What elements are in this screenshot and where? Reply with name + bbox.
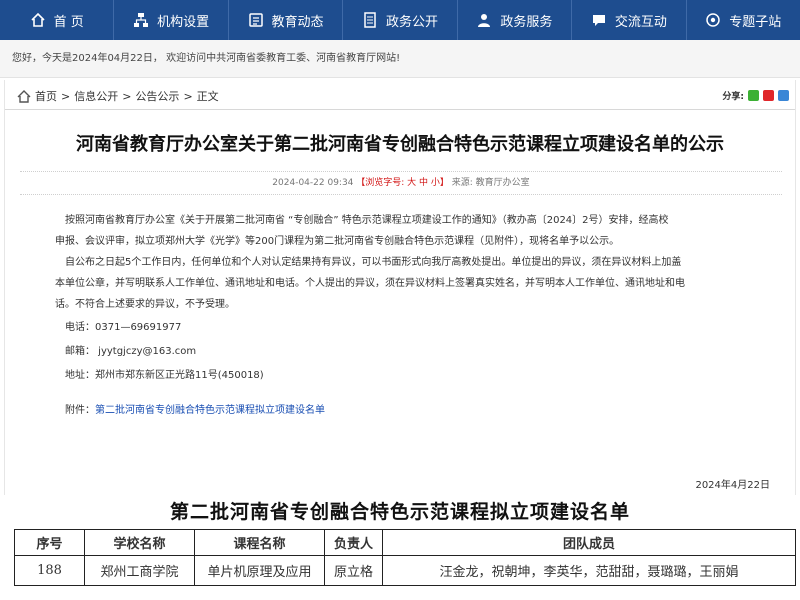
weibo-share-icon[interactable] <box>763 90 774 101</box>
service-icon <box>478 14 491 27</box>
table-header-row: 序号 学校名称 课程名称 负责人 团队成员 <box>14 529 796 556</box>
attachment-label: 附件： <box>65 405 95 416</box>
nav-item-org[interactable]: 机构设置 <box>114 0 229 40</box>
nav-item-label: 专题子站 <box>729 14 782 30</box>
attachment-link[interactable]: 第二批河南省专创融合特色示范课程拟立项建设名单 <box>95 405 325 416</box>
nav-item-topics[interactable]: 专题子站 <box>687 0 800 40</box>
attachment-row: 附件：第二批河南省专创融合特色示范课程拟立项建设名单 <box>55 400 777 421</box>
nav-item-news[interactable]: 教育动态 <box>229 0 344 40</box>
publish-date: 2024年4月22日 <box>695 480 770 491</box>
cell-course: 单片机原理及应用 <box>194 555 325 586</box>
nav-item-public-affairs[interactable]: 政务公开 <box>343 0 458 40</box>
org-chart-icon <box>134 13 149 27</box>
name-list-document: 第二批河南省专创融合特色示范课程拟立项建设名单 序号 学校名称 课程名称 负责人… <box>0 495 800 600</box>
cell-school: 郑州工商学院 <box>84 555 195 586</box>
font-size-selector[interactable]: 【浏览字号: 大 中 小】 <box>356 178 449 188</box>
chat-icon <box>592 15 605 26</box>
breadcrumb-separator: > <box>61 89 71 103</box>
nav-item-services[interactable]: 政务服务 <box>458 0 573 40</box>
breadcrumb-info-public[interactable]: 信息公开 <box>74 88 118 104</box>
article-body: 按照河南省教育厅办公室《关于开展第二批河南省 “专创融合” 特色示范课程立项建设… <box>55 210 777 421</box>
breadcrumb-row: 首页 > 信息公开 > 公告公示 > 正文 分享: <box>5 80 795 110</box>
article-date: 2024-04-22 09:34 <box>272 178 354 188</box>
news-icon <box>248 13 263 27</box>
nav-item-label: 政务公开 <box>385 14 438 30</box>
breadcrumb-home[interactable]: 首页 <box>35 88 57 104</box>
breadcrumb-current: 正文 <box>196 90 219 103</box>
header-team: 团队成员 <box>382 529 796 556</box>
breadcrumb-notices[interactable]: 公告公示 <box>135 88 179 104</box>
cell-index: 188 <box>14 555 85 586</box>
welcome-bar: 您好，今天是2024年04月22日， 欢迎访问中共河南省委教育工委、河南省教育厅… <box>0 40 800 78</box>
paragraph-line: 按照河南省教育厅办公室《关于开展第二批河南省 “专创融合” 特色示范课程立项建设… <box>65 215 669 226</box>
paragraph-line: 自公布之日起5个工作日内，任何单位和个人对认定结果持有异议，可以书面形式向我厅高… <box>65 257 682 268</box>
paragraph-line: 本单位公章，并写明联系人工作单位、通讯地址和电话。个人提出的异议，须在异议材料上… <box>55 278 685 289</box>
nav-item-home[interactable]: 首 页 <box>0 0 115 40</box>
nav-item-label: 交流互动 <box>614 14 667 30</box>
contact-email: 邮箱： jyytgjczy@163.com <box>65 346 197 357</box>
paragraph-line: 话。不符合上述要求的异议，不予受理。 <box>55 299 235 310</box>
breadcrumb-separator: > <box>122 89 132 103</box>
qq-share-icon[interactable] <box>778 90 789 101</box>
article-source: 来源: 教育厅办公室 <box>451 178 530 188</box>
nav-item-interaction[interactable]: 交流互动 <box>572 0 687 40</box>
header-course: 课程名称 <box>194 529 325 556</box>
article-title: 河南省教育厅办公室关于第二批河南省专创融合特色示范课程立项建设名单的公示 <box>76 134 724 155</box>
contact-phone: 电话：0371—69691977 <box>65 322 182 333</box>
nav-item-label: 首 页 <box>53 14 84 30</box>
cell-lead: 原立格 <box>324 555 383 586</box>
nav-item-label: 政务服务 <box>500 14 553 30</box>
header-school: 学校名称 <box>84 529 195 556</box>
share-bar: 分享: <box>722 89 789 102</box>
home-icon <box>17 89 31 103</box>
table-row: 188 郑州工商学院 单片机原理及应用 原立格 汪金龙，祝朝坤，李英华，范甜甜，… <box>14 555 796 586</box>
document-icon <box>364 12 376 28</box>
breadcrumb-separator: > <box>183 89 193 103</box>
contact-address: 地址：郑州市郑东新区正光路11号(450018) <box>65 370 264 381</box>
breadcrumb: 首页 > 信息公开 > 公告公示 > 正文 <box>17 88 219 104</box>
nav-item-label: 教育动态 <box>271 14 324 30</box>
header-lead: 负责人 <box>324 529 383 556</box>
top-nav: 首 页 机构设置 教育动态 政务公开 政务服务 交流互动 专题子站 <box>0 0 800 40</box>
cell-team: 汪金龙，祝朝坤，李英华，范甜甜，聂璐璐，王丽娟 <box>382 555 796 586</box>
share-label: 分享: <box>722 92 744 102</box>
article-meta: 2024-04-22 09:34 【浏览字号: 大 中 小】 来源: 教育厅办公… <box>20 171 782 195</box>
topics-icon <box>706 13 720 27</box>
nav-item-label: 机构设置 <box>157 14 210 30</box>
paragraph-line: 申报、会议评审，拟立项郑州大学《光学》等200门课程为第二批河南省专创融合特色示… <box>55 236 620 247</box>
article-panel: 首页 > 信息公开 > 公告公示 > 正文 分享: 河南省教育厅办公室关于第二批… <box>4 80 796 495</box>
name-list-table: 序号 学校名称 课程名称 负责人 团队成员 188 郑州工商学院 单片机原理及应… <box>14 529 796 586</box>
home-icon <box>31 12 45 27</box>
document-title: 第二批河南省专创融合特色示范课程拟立项建设名单 <box>169 501 630 523</box>
wechat-share-icon[interactable] <box>748 90 759 101</box>
header-index: 序号 <box>14 529 85 556</box>
